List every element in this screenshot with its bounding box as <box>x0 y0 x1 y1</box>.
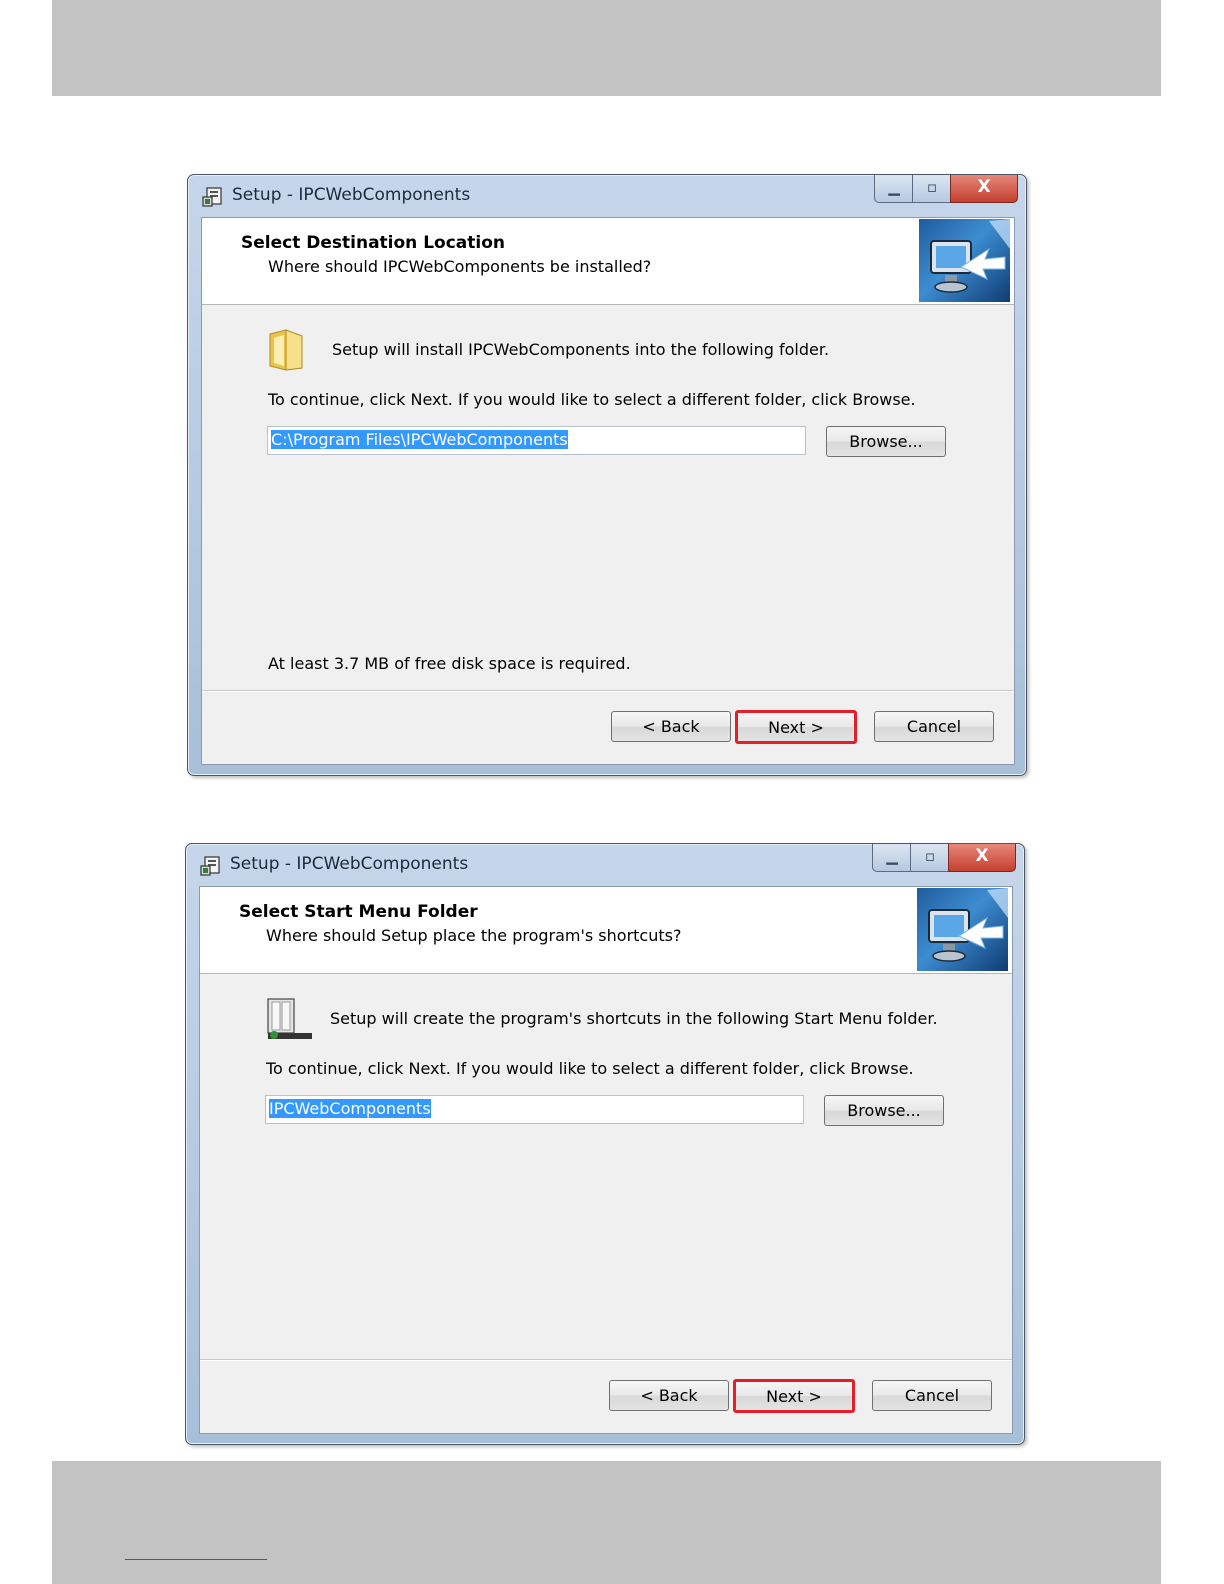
window-title: Setup - IPCWebComponents <box>232 185 471 205</box>
setup-app-icon <box>200 856 220 876</box>
minimize-icon: ▁ <box>886 847 898 865</box>
title-bar[interactable]: Setup - IPCWebComponents ▁ ▫ X <box>186 844 1024 886</box>
wizard-monitor-icon <box>919 219 1010 302</box>
wizard-monitor-icon <box>917 888 1008 971</box>
page-subtitle: Where should IPCWebComponents be install… <box>268 257 652 276</box>
continue-instructions: To continue, click Next. If you would li… <box>268 390 916 409</box>
install-description: Setup will create the program's shortcut… <box>330 1009 938 1028</box>
wizard-header: Select Destination Location Where should… <box>202 218 1014 305</box>
maximize-button[interactable]: ▫ <box>912 175 952 203</box>
maximize-icon: ▫ <box>924 847 936 865</box>
selected-folder-text: IPCWebComponents <box>269 1099 431 1118</box>
page-subtitle: Where should Setup place the program's s… <box>266 926 682 945</box>
next-button[interactable]: Next > <box>735 710 857 744</box>
close-button[interactable]: X <box>948 844 1016 872</box>
minimize-button[interactable]: ▁ <box>874 175 914 203</box>
destination-path-input[interactable]: C:\Program Files\IPCWebComponents <box>267 426 806 455</box>
browse-button[interactable]: Browse... <box>824 1095 944 1126</box>
setup-app-icon <box>202 187 222 207</box>
next-button[interactable]: Next > <box>733 1379 855 1413</box>
footer-divider <box>200 1359 1012 1361</box>
back-button[interactable]: < Back <box>609 1380 729 1411</box>
footer-divider <box>202 690 1014 692</box>
setup-window-destination: Setup - IPCWebComponents ▁ ▫ X Select De… <box>187 174 1027 776</box>
cancel-button[interactable]: Cancel <box>874 711 994 742</box>
maximize-button[interactable]: ▫ <box>910 844 950 872</box>
back-button[interactable]: < Back <box>611 711 731 742</box>
close-button[interactable]: X <box>950 175 1018 203</box>
continue-instructions: To continue, click Next. If you would li… <box>266 1059 914 1078</box>
title-bar[interactable]: Setup - IPCWebComponents ▁ ▫ X <box>188 175 1026 217</box>
folder-icon <box>268 328 304 372</box>
next-button-label: Next > <box>768 718 824 737</box>
wizard-body: Select Destination Location Where should… <box>201 217 1015 765</box>
maximize-icon: ▫ <box>926 178 938 196</box>
start-menu-folder-input[interactable]: IPCWebComponents <box>265 1095 804 1124</box>
close-icon: X <box>975 846 989 866</box>
footer-link-underline[interactable] <box>125 1555 267 1560</box>
window-title: Setup - IPCWebComponents <box>230 854 469 874</box>
page-footer-band <box>52 1461 1161 1584</box>
browse-button[interactable]: Browse... <box>826 426 946 457</box>
wizard-body: Select Start Menu Folder Where should Se… <box>199 886 1013 1434</box>
minimize-button[interactable]: ▁ <box>872 844 912 872</box>
wizard-header: Select Start Menu Folder Where should Se… <box>200 887 1012 974</box>
close-icon: X <box>977 177 991 197</box>
disk-space-requirement: At least 3.7 MB of free disk space is re… <box>268 654 631 673</box>
page-title: Select Start Menu Folder <box>239 902 478 922</box>
setup-window-start-menu: Setup - IPCWebComponents ▁ ▫ X Select St… <box>185 843 1025 1445</box>
page-title: Select Destination Location <box>241 233 505 253</box>
install-description: Setup will install IPCWebComponents into… <box>332 340 830 359</box>
selected-path-text: C:\Program Files\IPCWebComponents <box>271 430 568 449</box>
start-menu-folder-icon <box>266 997 312 1041</box>
next-button-label: Next > <box>766 1387 822 1406</box>
cancel-button[interactable]: Cancel <box>872 1380 992 1411</box>
page-header-band <box>52 0 1161 96</box>
minimize-icon: ▁ <box>888 178 900 196</box>
